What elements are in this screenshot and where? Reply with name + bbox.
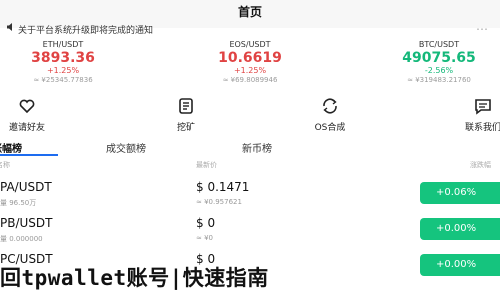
ticker-price: 3893.36 <box>31 50 95 66</box>
column-header-price: 最新价 <box>196 161 217 169</box>
ticker-pair: BTC/USDT <box>418 40 460 49</box>
ticker-change: -2.56% <box>424 66 454 75</box>
ticker-pair: EOS/USDT <box>229 40 271 49</box>
row-volume: 量 96.50万 <box>0 199 37 207</box>
table-row[interactable]: PB/USDT 量 0.000000 $ 0 ≈ ¥0 +0.00% <box>0 214 500 254</box>
change-badge[interactable]: +0.00% <box>420 218 500 240</box>
shortcut-label: 联系我们 <box>464 123 500 133</box>
row-cny: ≈ ¥0 <box>196 234 213 242</box>
ticker-eos[interactable]: EOS/USDT 10.6619 +1.25% ≈ ¥69.8089946 <box>165 38 335 85</box>
ticker-change: +1.25% <box>233 66 267 75</box>
tab-gainers[interactable]: 涨幅榜 <box>0 140 22 155</box>
row-volume: 量 0.000000 <box>0 235 43 243</box>
ticker-volume: ≈ ¥69.8089946 <box>222 76 278 84</box>
recycle-icon <box>285 96 375 116</box>
page-title: 首页 <box>237 5 262 19</box>
row-price: $ 0.1471 <box>196 180 250 194</box>
column-header-name: 名称 <box>0 161 10 169</box>
shortcut-label: OS合成 <box>314 123 346 133</box>
shortcut-label: 挖矿 <box>176 123 195 133</box>
ticker-btc[interactable]: BTC/USDT 49075.65 -2.56% ≈ ¥319483.21760 <box>354 38 500 85</box>
ticker-strip: ETH/USDT 3893.36 +1.25% ≈ ¥25345.77836 E… <box>0 38 500 85</box>
column-header-change: 涨跌幅 <box>470 161 491 169</box>
row-price: $ 0 <box>196 216 216 230</box>
table-row[interactable]: PA/USDT 量 96.50万 $ 0.1471 ≈ ¥0.957621 +0… <box>0 178 500 218</box>
ticker-price: 49075.65 <box>402 50 476 66</box>
ticker-price: 10.6619 <box>218 50 282 66</box>
ticker-volume: ≈ ¥25345.77836 <box>33 76 93 84</box>
active-tab-indicator <box>0 154 58 156</box>
shortcut-grid: 邀请好友 挖矿 OS合成 联系我们 <box>0 96 500 136</box>
shortcut-mining[interactable]: 挖矿 <box>141 96 231 133</box>
notice-text: 关于平台系统升级即将完成的通知 <box>18 26 154 36</box>
tab-new-coins[interactable]: 新币榜 <box>242 140 272 155</box>
tab-volume[interactable]: 成交额榜 <box>106 140 146 155</box>
shortcut-invite[interactable]: 邀请好友 <box>0 96 72 133</box>
ticker-volume: ≈ ¥319483.21760 <box>407 76 471 84</box>
row-cny: ≈ ¥0.957621 <box>196 198 242 206</box>
message-icon <box>438 96 500 116</box>
shortcut-contact[interactable]: 联系我们 <box>438 96 500 133</box>
ellipsis-icon[interactable]: ⋯ <box>476 22 488 36</box>
shortcut-os-synthesis[interactable]: OS合成 <box>285 96 375 133</box>
row-symbol: PA/USDT <box>0 180 52 194</box>
ticker-change: +1.25% <box>46 66 80 75</box>
mining-icon <box>141 96 231 116</box>
row-symbol: PB/USDT <box>0 216 53 230</box>
shortcut-label: 邀请好友 <box>8 123 45 133</box>
notice-bar[interactable]: 关于平台系统升级即将完成的通知 ⋯ <box>0 22 500 38</box>
speaker-icon <box>6 22 16 35</box>
ticker-pair: ETH/USDT <box>42 40 84 49</box>
heart-hand-icon <box>0 96 72 116</box>
ticker-eth[interactable]: ETH/USDT 3893.36 +1.25% ≈ ¥25345.77836 <box>0 38 148 85</box>
change-badge[interactable]: +0.06% <box>420 182 500 204</box>
ranking-tabs: 涨幅榜 成交额榜 新币榜 <box>0 140 500 156</box>
guide-banner-text: 回tpwallet账号|快速指南 <box>0 266 269 290</box>
